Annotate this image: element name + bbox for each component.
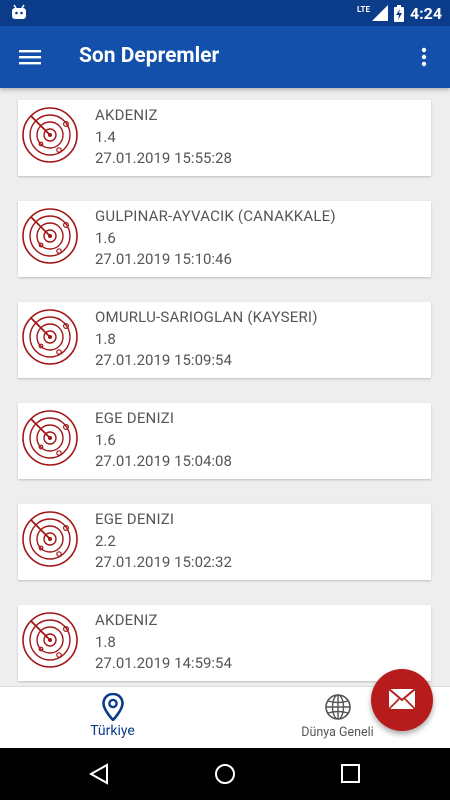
earthquake-card[interactable]: AKDENIZ 1.8 27.01.2019 14:59:54 <box>18 605 431 681</box>
magnitude-label: 1.6 <box>95 229 116 247</box>
signal-icon <box>371 5 388 21</box>
clock: 4:24 <box>409 3 442 23</box>
location-pin-icon <box>101 693 124 721</box>
earthquake-card[interactable]: AKDENIZ 1.4 27.01.2019 15:55:28 <box>18 100 431 176</box>
earthquake-card[interactable]: OMURLU-SARIOGLAN (KAYSERI) 1.8 27.01.201… <box>18 302 431 378</box>
hamburger-menu-icon[interactable] <box>18 45 42 69</box>
android-notification-icon <box>12 4 26 19</box>
radar-icon <box>22 511 78 567</box>
magnitude-label: 1.4 <box>95 128 116 146</box>
datetime-label: 27.01.2019 15:10:46 <box>95 250 232 268</box>
magnitude-label: 1.8 <box>95 330 116 348</box>
region-label: AKDENIZ <box>95 106 158 124</box>
datetime-label: 27.01.2019 15:55:28 <box>95 149 232 167</box>
magnitude-label: 2.2 <box>95 532 116 550</box>
radar-icon <box>22 410 78 466</box>
tab-turkiye-label: Türkiye <box>90 723 135 739</box>
page-title: Son Depremler <box>79 44 220 68</box>
datetime-label: 27.01.2019 15:04:08 <box>95 452 232 470</box>
app-bar: Son Depremler <box>0 26 450 88</box>
battery-icon <box>393 4 404 22</box>
earthquake-list[interactable]: AKDENIZ 1.4 27.01.2019 15:55:28 GULPINAR… <box>0 88 450 686</box>
back-icon[interactable] <box>88 763 110 785</box>
home-icon[interactable] <box>214 763 236 785</box>
radar-icon <box>22 107 78 163</box>
network-type: LTE <box>357 4 370 14</box>
envelope-icon <box>388 688 416 710</box>
earthquake-card[interactable]: EGE DENIZI 2.2 27.01.2019 15:02:32 <box>18 504 431 580</box>
region-label: EGE DENIZI <box>95 510 175 528</box>
region-label: AKDENIZ <box>95 611 158 629</box>
tab-turkiye[interactable]: Türkiye <box>0 687 225 749</box>
region-label: OMURLU-SARIOGLAN (KAYSERI) <box>95 308 318 326</box>
datetime-label: 27.01.2019 15:02:32 <box>95 553 232 571</box>
magnitude-label: 1.6 <box>95 431 116 449</box>
recent-apps-icon[interactable] <box>341 764 360 783</box>
globe-icon <box>324 694 351 720</box>
datetime-label: 27.01.2019 14:59:54 <box>95 654 232 672</box>
region-label: GULPINAR-AYVACIK (CANAKKALE) <box>95 207 336 225</box>
system-navigation-bar <box>0 748 450 800</box>
radar-icon <box>22 612 78 668</box>
mail-fab-button[interactable] <box>371 669 433 731</box>
radar-icon <box>22 208 78 264</box>
magnitude-label: 1.8 <box>95 633 116 651</box>
earthquake-card[interactable]: EGE DENIZI 1.6 27.01.2019 15:04:08 <box>18 403 431 479</box>
region-label: EGE DENIZI <box>95 409 175 427</box>
datetime-label: 27.01.2019 15:09:54 <box>95 351 232 369</box>
more-options-icon[interactable] <box>412 45 436 69</box>
earthquake-card[interactable]: GULPINAR-AYVACIK (CANAKKALE) 1.6 27.01.2… <box>18 201 431 277</box>
status-bar: LTE 4:24 <box>0 0 450 26</box>
radar-icon <box>22 309 78 365</box>
